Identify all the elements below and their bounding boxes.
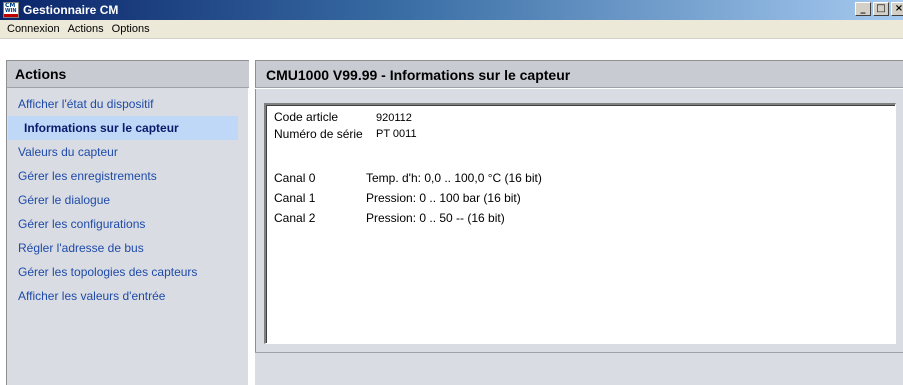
action-gerer-configurations[interactable]: Gérer les configurations bbox=[8, 212, 246, 236]
actions-list: Afficher l'état du dispositif Informatio… bbox=[8, 92, 246, 308]
field-value-code-article: 920112 bbox=[376, 112, 412, 124]
app-icon[interactable]: CM WIN bbox=[3, 2, 19, 18]
menu-actions[interactable]: Actions bbox=[64, 23, 108, 35]
action-informations-capteur[interactable]: Informations sur le capteur bbox=[8, 116, 238, 140]
menu-connexion[interactable]: Connexion bbox=[3, 23, 64, 35]
window-controls: _ □ × bbox=[855, 2, 903, 16]
action-regler-adresse-bus[interactable]: Régler l'adresse de bus bbox=[8, 236, 246, 260]
action-gerer-enregistrements[interactable]: Gérer les enregistrements bbox=[8, 164, 246, 188]
maximize-button[interactable]: □ bbox=[873, 2, 889, 16]
channel-label-0: Canal 0 bbox=[274, 171, 316, 185]
menu-options[interactable]: Options bbox=[108, 23, 154, 35]
channel-label-1: Canal 1 bbox=[274, 191, 316, 205]
action-gerer-dialogue[interactable]: Gérer le dialogue bbox=[8, 188, 246, 212]
channel-label-2: Canal 2 bbox=[274, 211, 316, 225]
action-afficher-etat[interactable]: Afficher l'état du dispositif bbox=[8, 92, 246, 116]
channel-value-0: Temp. d'h: 0,0 .. 100,0 °C (16 bit) bbox=[366, 171, 542, 185]
minimize-button[interactable]: _ bbox=[855, 2, 871, 16]
channel-value-2: Pression: 0 .. 50 -- (16 bit) bbox=[366, 211, 505, 225]
action-afficher-valeurs-entree[interactable]: Afficher les valeurs d'entrée bbox=[8, 284, 246, 308]
menu-bar: Connexion Actions Options bbox=[0, 20, 903, 39]
action-gerer-topologies[interactable]: Gérer les topologies des capteurs bbox=[8, 260, 246, 284]
window-title: Gestionnaire CM bbox=[23, 3, 119, 17]
status-strip bbox=[255, 352, 903, 385]
field-label-code-article: Code article bbox=[274, 110, 339, 124]
field-value-numero-serie: PT 0011 bbox=[376, 128, 417, 140]
action-valeurs-capteur[interactable]: Valeurs du capteur bbox=[8, 140, 246, 164]
field-label-numero-serie: Numéro de série bbox=[274, 127, 363, 141]
title-bar: CM WIN Gestionnaire CM _ □ × bbox=[0, 0, 903, 20]
actions-panel-title: Actions bbox=[6, 60, 249, 88]
sensor-info-box: Code article 920112 Numéro de série PT 0… bbox=[264, 103, 896, 344]
close-button[interactable]: × bbox=[891, 2, 903, 16]
channel-value-1: Pression: 0 .. 100 bar (16 bit) bbox=[366, 191, 521, 205]
page-title: CMU1000 V99.99 - Informations sur le cap… bbox=[255, 60, 903, 88]
